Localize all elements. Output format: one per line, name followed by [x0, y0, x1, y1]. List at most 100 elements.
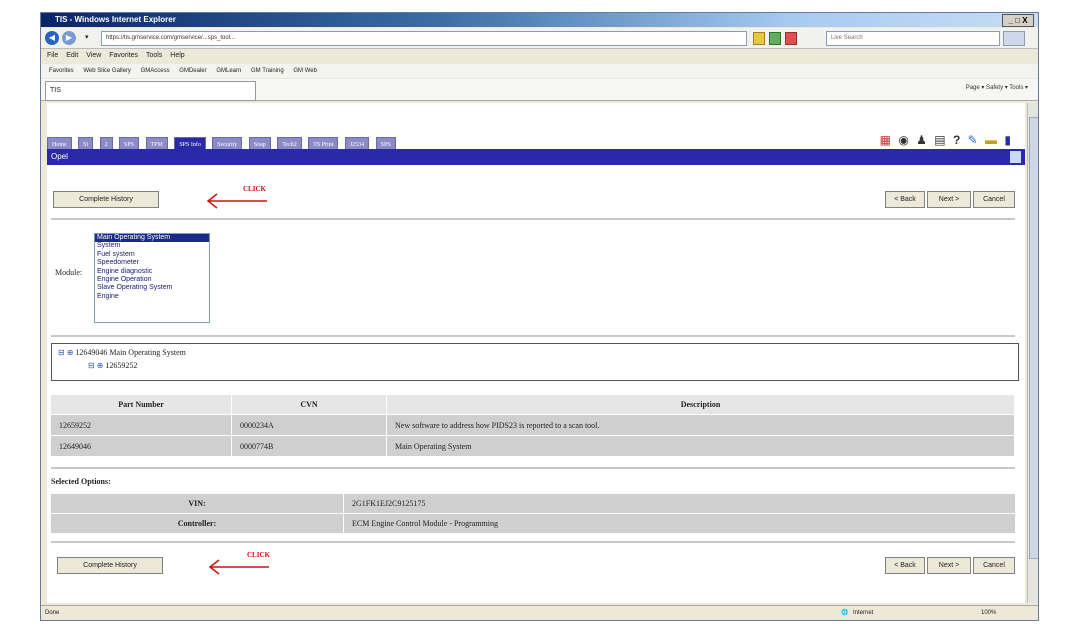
option-key: Controller:: [51, 513, 344, 533]
cell-description: Main Operating System: [386, 435, 1015, 456]
col-part-number: Part Number: [51, 395, 232, 415]
vertical-scrollbar[interactable]: [1027, 103, 1038, 603]
forward-icon[interactable]: ▶: [62, 31, 76, 45]
browser-window: TIS - Windows Internet Explorer _ □ X ◀ …: [40, 12, 1039, 621]
zoom-level[interactable]: 100%: [981, 606, 996, 620]
status-text: Done: [45, 610, 60, 616]
cancel-button-top[interactable]: Cancel: [973, 191, 1015, 208]
scrollbar-thumb[interactable]: [1029, 117, 1038, 559]
search-input[interactable]: Live Search: [826, 31, 1000, 46]
url-field[interactable]: https://tis.gmservice.com/gmservice/...s…: [101, 31, 747, 46]
module-option[interactable]: Engine diagnostic: [95, 268, 209, 276]
window-controls[interactable]: _ □ X: [1002, 14, 1034, 27]
command-bar[interactable]: Page ▾ Safety ▾ Tools ▾: [966, 84, 1028, 91]
module-option[interactable]: System: [95, 242, 209, 250]
fav-gm-web[interactable]: GM Web: [293, 68, 317, 74]
click-annotation-top: CLICK: [243, 185, 266, 193]
back-button-top[interactable]: < Back: [885, 191, 925, 208]
calendar-icon[interactable]: ▤: [934, 133, 947, 147]
divider: [51, 541, 1015, 543]
module-option[interactable]: Main Operating System: [95, 234, 209, 243]
table-row: Controller: ECM Engine Control Module - …: [51, 513, 1015, 533]
next-button-top[interactable]: Next >: [927, 191, 971, 208]
table-header-row: Part Number CVN Description: [51, 395, 1015, 415]
menu-tools[interactable]: Tools: [146, 52, 162, 59]
lock-icon: [753, 32, 765, 45]
stop-icon[interactable]: [785, 32, 797, 45]
dropdown-icon[interactable]: ▾: [85, 33, 89, 41]
menu-help[interactable]: Help: [170, 52, 184, 59]
browser-tab[interactable]: TIS: [45, 81, 256, 101]
selected-options-table: VIN: 2G1FK1EJ2C9125175 Controller: ECM E…: [51, 493, 1015, 533]
app-toolbar: ▦ ◉ ♟ ▤ ? ✎ ▬ ▮: [880, 133, 1013, 147]
table-row: VIN: 2G1FK1EJ2C9125175: [51, 493, 1015, 514]
divider: [51, 335, 1015, 337]
fav-gmlearn[interactable]: GMLearn: [216, 68, 241, 74]
expand-icon[interactable]: ⊟ ⊕: [88, 361, 103, 370]
module-label: Module:: [55, 268, 83, 277]
section-header-bar: Opel: [47, 149, 1025, 165]
col-description: Description: [386, 395, 1015, 415]
grid-icon[interactable]: ▦: [880, 133, 893, 147]
eye-icon[interactable]: ◉: [898, 133, 910, 147]
window-title: TIS - Windows Internet Explorer: [55, 15, 176, 24]
internet-zone-icon: 🌐: [841, 610, 849, 616]
person-icon[interactable]: ♟: [916, 133, 929, 147]
menu-view[interactable]: View: [86, 52, 101, 59]
module-option[interactable]: Engine Operation: [95, 276, 209, 284]
table-row: 12649046 0000774B Main Operating System: [51, 435, 1015, 456]
favorites-bar: Favorites Web Slice Gallery GMAccess GMD…: [41, 64, 1038, 78]
parts-table: Part Number CVN Description 12659252 000…: [51, 395, 1015, 456]
module-option[interactable]: Engine: [95, 293, 209, 301]
menu-edit[interactable]: Edit: [66, 52, 78, 59]
cell-part-number: 12659252: [51, 414, 232, 436]
next-button-bottom[interactable]: Next >: [927, 557, 971, 574]
book-icon[interactable]: ▮: [1004, 133, 1013, 147]
refresh-icon[interactable]: [769, 32, 781, 45]
expand-icon[interactable]: ⊟ ⊕: [58, 348, 73, 357]
help-icon[interactable]: ?: [953, 133, 962, 147]
status-bar: Done 🌐 Internet 100%: [41, 605, 1038, 620]
divider: [51, 218, 1015, 220]
app-tab-strip: Home Si 2 SPS TPM SPS Info Security Snap…: [47, 133, 398, 153]
folder-icon[interactable]: ▬: [985, 133, 999, 147]
page-content: Home Si 2 SPS TPM SPS Info Security Snap…: [47, 103, 1025, 603]
option-value: ECM Engine Control Module - Programming: [343, 513, 1015, 533]
complete-history-button-bottom[interactable]: Complete History: [57, 557, 163, 574]
favorites-button[interactable]: Favorites: [49, 68, 74, 74]
col-cvn: CVN: [231, 395, 387, 415]
module-tree: ⊟ ⊕ 12649046 Main Operating System ⊟ ⊕ 1…: [51, 343, 1019, 381]
menu-file[interactable]: File: [47, 52, 58, 59]
section-icon[interactable]: [1010, 151, 1021, 163]
menu-bar: File Edit View Favorites Tools Help: [41, 49, 1038, 63]
complete-history-button-top[interactable]: Complete History: [53, 191, 159, 208]
back-button-bottom[interactable]: < Back: [885, 557, 925, 574]
back-icon[interactable]: ◀: [45, 31, 59, 45]
menu-favorites[interactable]: Favorites: [109, 52, 138, 59]
zone-label: Internet: [853, 610, 874, 616]
fav-web-slice[interactable]: Web Slice Gallery: [83, 68, 131, 74]
module-listbox[interactable]: Main Operating System System Fuel system…: [94, 233, 210, 323]
cell-part-number: 12649046: [51, 435, 232, 456]
module-option[interactable]: Fuel system: [95, 251, 209, 259]
selected-options-heading: Selected Options:: [51, 477, 111, 486]
fav-gm-training[interactable]: GM Training: [251, 68, 284, 74]
search-icon[interactable]: [1003, 31, 1025, 46]
tree-node-root[interactable]: ⊟ ⊕ 12649046 Main Operating System: [58, 348, 186, 357]
cell-description: New software to address how PIDS23 is re…: [386, 414, 1015, 436]
cancel-button-bottom[interactable]: Cancel: [973, 557, 1015, 574]
divider: [51, 467, 1015, 469]
browser-tab-row: TIS Page ▾ Safety ▾ Tools ▾: [41, 79, 1038, 101]
option-value: 2G1FK1EJ2C9125175: [343, 493, 1015, 514]
address-bar: ◀ ▶ ▾ https://tis.gmservice.com/gmservic…: [41, 28, 1038, 49]
title-bar: TIS - Windows Internet Explorer _ □ X: [41, 13, 1038, 27]
tool-icon[interactable]: ✎: [968, 133, 980, 147]
cell-cvn: 0000234A: [231, 414, 387, 436]
table-row: 12659252 0000234A New software to addres…: [51, 414, 1015, 436]
cell-cvn: 0000774B: [231, 435, 387, 456]
fav-gmaccess[interactable]: GMAccess: [141, 68, 170, 74]
fav-gmdealer[interactable]: GMDealer: [179, 68, 206, 74]
module-option[interactable]: Slave Operating System: [95, 284, 209, 292]
module-option[interactable]: Speedometer: [95, 259, 209, 267]
tree-node-child[interactable]: ⊟ ⊕ 12659252: [88, 361, 137, 370]
